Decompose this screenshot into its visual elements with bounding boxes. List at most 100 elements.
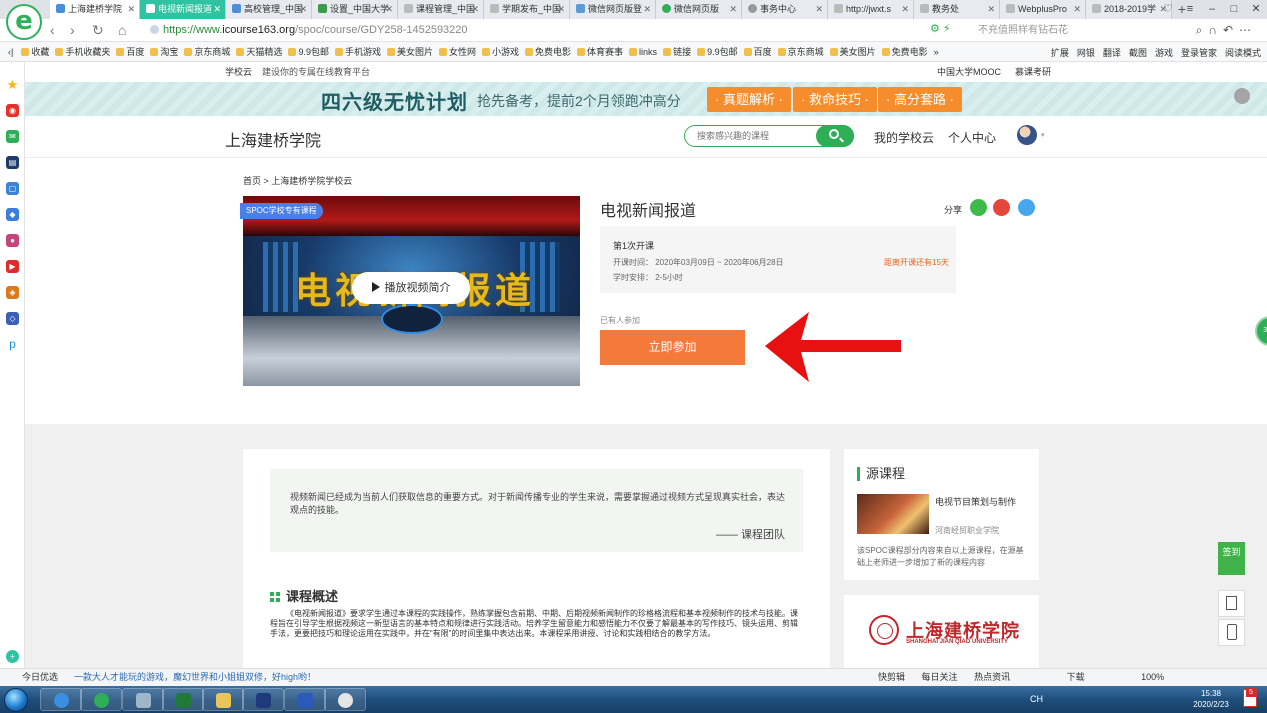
source-course-link[interactable]: 电视节目策划与制作 bbox=[935, 495, 1016, 508]
nav-personal-center[interactable]: 个人中心 bbox=[948, 129, 996, 146]
bookmark-item[interactable]: 美女图片 bbox=[387, 45, 433, 58]
tab-item[interactable]: http://jwxt.s ✕ bbox=[828, 0, 914, 19]
url-field[interactable]: https://www.icourse163.org/spoc/course/G… bbox=[150, 21, 910, 40]
document-icon[interactable]: ▢ bbox=[6, 182, 19, 195]
feedback-button[interactable] bbox=[1218, 590, 1245, 617]
translate-button[interactable]: 翻译 bbox=[1103, 46, 1121, 59]
speed-mode-icon[interactable]: ⚙ ⚡ bbox=[930, 22, 951, 35]
bookmark-item[interactable]: 百度 bbox=[744, 45, 772, 58]
tab-close-icon[interactable]: ✕ bbox=[471, 0, 479, 19]
online-banking-button[interactable]: 网银 bbox=[1077, 46, 1095, 59]
maximize-button[interactable]: □ bbox=[1223, 0, 1245, 19]
tab-close-icon[interactable]: ✕ bbox=[643, 0, 651, 19]
minimize-button[interactable]: – bbox=[1201, 0, 1223, 19]
weibo-share-icon[interactable] bbox=[993, 199, 1010, 216]
reading-mode-button[interactable]: 阅读模式 bbox=[1225, 46, 1261, 59]
daily-focus-button[interactable]: 每日关注 bbox=[922, 672, 958, 682]
wechat-share-icon[interactable] bbox=[970, 199, 987, 216]
tab-close-icon[interactable]: ✕ bbox=[213, 0, 221, 19]
download-button[interactable]: 下载 bbox=[1067, 672, 1085, 682]
bookmark-item[interactable]: 9.9包邮 bbox=[697, 45, 738, 58]
bookmarks-more-button[interactable]: » bbox=[934, 47, 939, 57]
bookmark-item[interactable]: links bbox=[629, 47, 657, 57]
tab-item-active[interactable]: 电视新闻报道 ✕ bbox=[140, 0, 226, 19]
taskbar-browser[interactable] bbox=[80, 688, 122, 711]
tab-close-icon[interactable]: ✕ bbox=[729, 0, 737, 19]
app-icon[interactable]: ◇ bbox=[6, 312, 19, 325]
sidebar-toggle-icon[interactable]: ‹| bbox=[8, 47, 13, 57]
bookmark-item[interactable]: 手机游戏 bbox=[335, 45, 381, 58]
tab-item[interactable]: 设置_中国大学 ✕ bbox=[312, 0, 398, 19]
nav-my-school-cloud[interactable]: 我的学校云 bbox=[874, 129, 934, 146]
bookmark-item[interactable]: 收藏 bbox=[21, 45, 49, 58]
bookmark-item[interactable]: 链接 bbox=[663, 45, 691, 58]
bookmark-item[interactable]: 京东商城 bbox=[778, 45, 824, 58]
tab-item[interactable]: WebplusPro ✕ bbox=[1000, 0, 1086, 19]
school-name[interactable]: 上海建桥学院 bbox=[225, 127, 321, 151]
tab-item[interactable]: 课程管理_中国 ✕ bbox=[398, 0, 484, 19]
bookmark-item[interactable]: 百度 bbox=[116, 45, 144, 58]
bookmark-item[interactable]: 小游戏 bbox=[482, 45, 519, 58]
extensions-button[interactable]: 扩展 bbox=[1051, 46, 1069, 59]
tab-item[interactable]: 教务处 ✕ bbox=[914, 0, 1000, 19]
school-cloud-link[interactable]: 学校云 bbox=[225, 67, 252, 77]
source-course-thumbnail[interactable] bbox=[857, 494, 929, 534]
tab-close-icon[interactable]: ✕ bbox=[557, 0, 565, 19]
browser-logo-icon[interactable]: e bbox=[6, 4, 42, 40]
menu-icon[interactable]: ≡ bbox=[1179, 0, 1201, 19]
bookmark-item[interactable]: 美女图片 bbox=[830, 45, 876, 58]
p-icon[interactable]: p bbox=[6, 338, 19, 351]
games-button[interactable]: 游戏 bbox=[1155, 46, 1173, 59]
favorites-star-icon[interactable]: ★ bbox=[6, 78, 19, 91]
search-button[interactable] bbox=[816, 125, 854, 147]
status-ad-link[interactable]: 一款大人才能玩的游戏，魔幻世界和小姐姐双修，好high哟！ bbox=[74, 669, 316, 686]
mooc-link[interactable]: 中国大学MOOC bbox=[937, 67, 1001, 77]
weibo-icon[interactable]: ◉ bbox=[6, 104, 19, 117]
bookmark-item[interactable]: 淘宝 bbox=[150, 45, 178, 58]
taskbar-ie[interactable] bbox=[40, 688, 82, 711]
qq-share-icon[interactable] bbox=[1018, 199, 1035, 216]
bookmark-item[interactable]: 京东商城 bbox=[184, 45, 230, 58]
chat-icon[interactable]: ◆ bbox=[6, 208, 19, 221]
taskbar-app[interactable] bbox=[242, 688, 284, 711]
school-logo-card[interactable]: 上海建桥学院 SHANGHAI JIAN QIAO UNIVERSITY bbox=[844, 595, 1039, 668]
zoom-level[interactable]: 100% bbox=[1141, 672, 1164, 682]
login-manager-button[interactable]: 登录管家 bbox=[1181, 46, 1217, 59]
input-language[interactable]: CH bbox=[1030, 686, 1043, 713]
today-picks[interactable]: 今日优选 bbox=[22, 669, 58, 686]
tab-item[interactable]: 上海建桥学院 ✕ bbox=[50, 0, 140, 19]
taskbar-word[interactable] bbox=[284, 688, 326, 711]
add-icon[interactable]: + bbox=[6, 650, 19, 663]
bookmark-item[interactable]: 天猫精选 bbox=[236, 45, 282, 58]
bookmark-item[interactable]: 9.9包邮 bbox=[288, 45, 329, 58]
tab-item[interactable]: 高校管理_中国 ✕ bbox=[226, 0, 312, 19]
undo-icon[interactable]: ↶ bbox=[1223, 23, 1239, 37]
tab-close-icon[interactable]: ✕ bbox=[815, 0, 823, 19]
back-icon[interactable]: ‹ bbox=[50, 20, 55, 40]
video-icon[interactable]: ▶ bbox=[6, 260, 19, 273]
search-icon[interactable]: ⌕ bbox=[1196, 23, 1209, 37]
breadcrumb[interactable]: 首页 > 上海建桥学院学校云 bbox=[243, 174, 352, 187]
taskbar-explorer[interactable] bbox=[202, 688, 244, 711]
forward-icon[interactable]: › bbox=[70, 20, 75, 40]
skin-icon[interactable]: ♡ bbox=[1157, 0, 1179, 19]
taskbar-qq[interactable] bbox=[324, 688, 366, 711]
mail-icon[interactable]: ✉ bbox=[6, 130, 19, 143]
tab-close-icon[interactable]: ✕ bbox=[1073, 0, 1081, 19]
tab-item[interactable]: 事务中心 ✕ bbox=[742, 0, 828, 19]
taskbar-excel[interactable] bbox=[162, 688, 204, 711]
search-input[interactable] bbox=[697, 128, 817, 144]
tab-close-icon[interactable]: ✕ bbox=[127, 0, 135, 19]
bookmark-item[interactable]: 手机收藏夹 bbox=[55, 45, 110, 58]
tab-item[interactable]: 学期发布_中国 ✕ bbox=[484, 0, 570, 19]
quick-edit-button[interactable]: 快剪辑 bbox=[878, 672, 905, 682]
game-icon[interactable]: ● bbox=[6, 234, 19, 247]
tab-close-icon[interactable]: ✕ bbox=[299, 0, 307, 19]
avatar[interactable] bbox=[1017, 125, 1037, 145]
promo-banner[interactable]: 四六级无忧计划 抢先备考，提前2个月领跑冲高分 · 真题解析 · · 救命技巧 … bbox=[25, 82, 1267, 116]
tab-close-icon[interactable]: ✕ bbox=[385, 0, 393, 19]
home-icon[interactable]: ⌂ bbox=[118, 20, 126, 40]
banner-button-tips[interactable]: · 救命技巧 · bbox=[793, 87, 877, 112]
start-button[interactable] bbox=[4, 688, 28, 712]
reload-icon[interactable]: ↻ bbox=[92, 20, 104, 40]
